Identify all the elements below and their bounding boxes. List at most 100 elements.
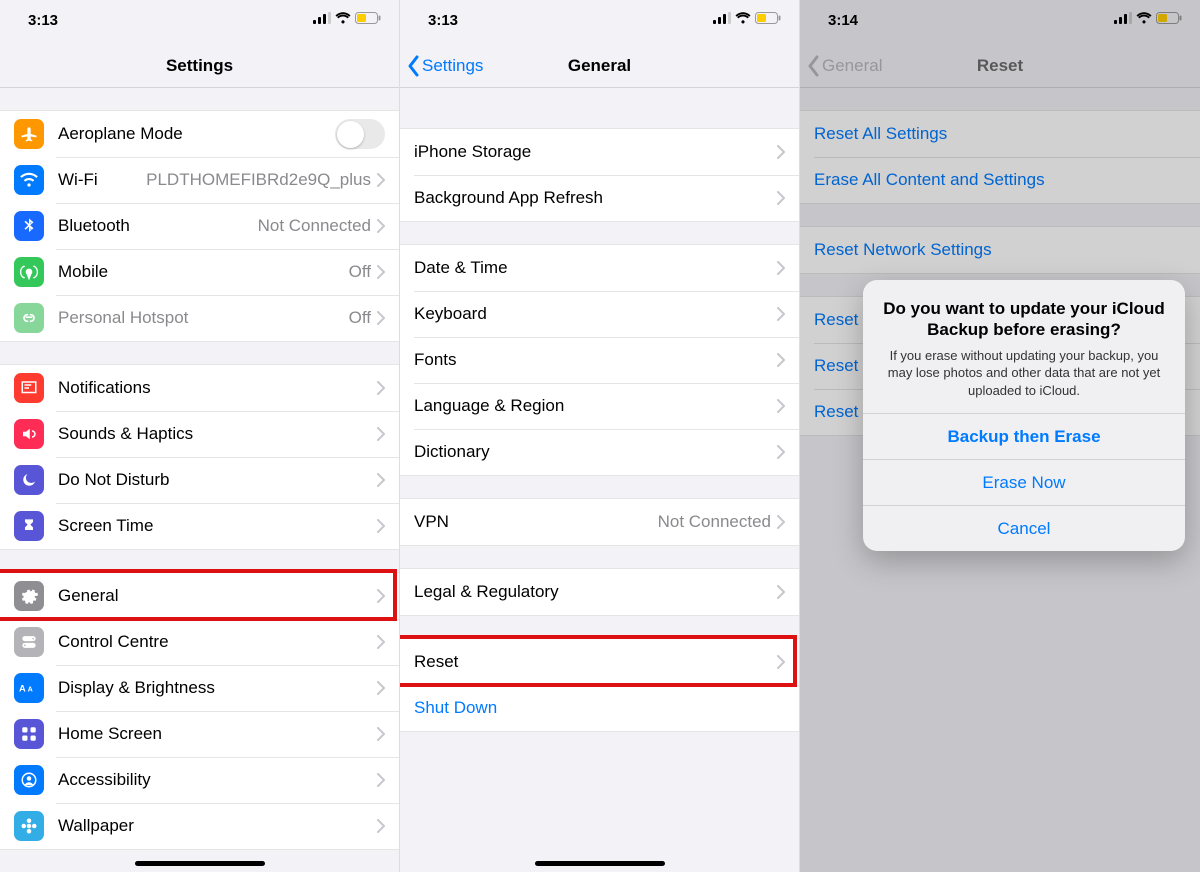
alert-button-erasenow[interactable]: Erase Now xyxy=(863,459,1185,505)
row-homescreen[interactable]: Home Screen xyxy=(0,711,399,757)
row-label: Mobile xyxy=(58,262,108,282)
chevron-right-icon xyxy=(777,399,785,413)
chevron-right-icon xyxy=(777,445,785,459)
row-datetime[interactable]: Date & Time xyxy=(400,245,799,291)
row-display[interactable]: AADisplay & Brightness xyxy=(0,665,399,711)
chevron-right-icon xyxy=(377,589,385,603)
grid-icon xyxy=(14,719,44,749)
row-keyboard[interactable]: Keyboard xyxy=(400,291,799,337)
chevron-right-icon xyxy=(777,515,785,529)
row-aeroplane[interactable]: Aeroplane Mode xyxy=(0,111,399,157)
chevron-right-icon xyxy=(777,655,785,669)
row-label: iPhone Storage xyxy=(414,142,531,162)
row-label: Keyboard xyxy=(414,304,487,324)
nav-bar: Settings xyxy=(0,44,399,88)
signal-icon xyxy=(713,12,731,24)
chevron-right-icon xyxy=(377,681,385,695)
row-label: Accessibility xyxy=(58,770,151,790)
row-label: VPN xyxy=(414,512,449,532)
chevron-right-icon xyxy=(377,173,385,187)
row-value: Not Connected xyxy=(258,216,371,236)
alert-title: Do you want to update your iCloud Backup… xyxy=(881,298,1167,341)
wifi-icon xyxy=(335,12,351,24)
row-notifications[interactable]: Notifications xyxy=(0,365,399,411)
row-label: Sounds & Haptics xyxy=(58,424,193,444)
row-mobile[interactable]: Mobile Off xyxy=(0,249,399,295)
row-fonts[interactable]: Fonts xyxy=(400,337,799,383)
row-label: Date & Time xyxy=(414,258,508,278)
row-storage[interactable]: iPhone Storage xyxy=(400,129,799,175)
row-label: Do Not Disturb xyxy=(58,470,169,490)
wifi-icon xyxy=(14,165,44,195)
alert-button-backup[interactable]: Backup then Erase xyxy=(863,413,1185,459)
back-button[interactable]: Settings xyxy=(406,44,483,88)
section: General Control CentreAADisplay & Brightn… xyxy=(0,572,399,850)
row-label: Reset xyxy=(414,652,458,672)
row-wifi[interactable]: Wi-FiPLDTHOMEFIBRd2e9Q_plus xyxy=(0,157,399,203)
aa-icon: AA xyxy=(14,673,44,703)
signal-icon xyxy=(313,12,331,24)
row-label: General xyxy=(58,586,118,606)
status-time: 3:13 xyxy=(428,12,458,29)
row-label: Background App Refresh xyxy=(414,188,603,208)
row-value: Not Connected xyxy=(658,512,771,532)
chevron-right-icon xyxy=(377,381,385,395)
section: Date & Time Keyboard Fonts Language & Regio… xyxy=(400,244,799,476)
row-label: Dictionary xyxy=(414,442,490,462)
row-legal[interactable]: Legal & Regulatory xyxy=(400,569,799,615)
row-label: Legal & Regulatory xyxy=(414,582,559,602)
section: iPhone Storage Background App Refresh xyxy=(400,128,799,222)
row-value: Off xyxy=(349,262,371,282)
status-indicators xyxy=(713,12,781,24)
home-indicator[interactable] xyxy=(535,861,665,866)
row-reset[interactable]: Reset xyxy=(400,639,799,685)
antenna-icon xyxy=(14,257,44,287)
row-controlcentre[interactable]: Control Centre xyxy=(0,619,399,665)
chevron-right-icon xyxy=(377,265,385,279)
chevron-right-icon xyxy=(777,585,785,599)
wifi-icon xyxy=(735,12,751,24)
section: Aeroplane ModeWi-FiPLDTHOMEFIBRd2e9Q_plu… xyxy=(0,110,399,342)
row-vpn[interactable]: VPN Not Connected xyxy=(400,499,799,545)
status-bar: 3:13 xyxy=(400,0,799,44)
row-label: Screen Time xyxy=(58,516,153,536)
toggle[interactable] xyxy=(335,119,385,149)
alert-button-cancel[interactable]: Cancel xyxy=(863,505,1185,551)
alert-sheet: Do you want to update your iCloud Backup… xyxy=(863,280,1185,551)
row-value: PLDTHOMEFIBRd2e9Q_plus xyxy=(146,170,371,190)
row-general[interactable]: General xyxy=(0,573,399,619)
hourglass-icon xyxy=(14,511,44,541)
chevron-right-icon xyxy=(377,427,385,441)
row-label: Wallpaper xyxy=(58,816,134,836)
row-language[interactable]: Language & Region xyxy=(400,383,799,429)
nav-bar: Settings General xyxy=(400,44,799,88)
row-accessibility[interactable]: Accessibility xyxy=(0,757,399,803)
row-hotspot[interactable]: Personal Hotspot Off xyxy=(0,295,399,341)
section: Reset Shut Down xyxy=(400,638,799,732)
row-label: Home Screen xyxy=(58,724,162,744)
svg-text:A: A xyxy=(19,684,26,694)
settings-screen: 3:13 Settings Aeroplane ModeWi-FiPLDTHOM… xyxy=(0,0,400,872)
page-title: General xyxy=(568,56,631,76)
status-bar: 3:13 xyxy=(0,0,399,44)
status-indicators xyxy=(313,12,381,24)
row-bgrefresh[interactable]: Background App Refresh xyxy=(400,175,799,221)
row-wallpaper[interactable]: Wallpaper xyxy=(0,803,399,849)
row-label: Personal Hotspot xyxy=(58,308,188,328)
airplane-icon xyxy=(14,119,44,149)
row-value: Off xyxy=(349,308,371,328)
section: VPN Not Connected xyxy=(400,498,799,546)
row-dnd[interactable]: Do Not Disturb xyxy=(0,457,399,503)
row-screentime[interactable]: Screen Time xyxy=(0,503,399,549)
row-shutdown[interactable]: Shut Down xyxy=(400,685,799,731)
chevron-right-icon xyxy=(377,311,385,325)
chevron-right-icon xyxy=(377,635,385,649)
bluetooth-icon xyxy=(14,211,44,241)
row-bluetooth[interactable]: BluetoothNot Connected xyxy=(0,203,399,249)
row-dictionary[interactable]: Dictionary xyxy=(400,429,799,475)
row-label: Fonts xyxy=(414,350,457,370)
switches-icon xyxy=(14,627,44,657)
chevron-right-icon xyxy=(377,727,385,741)
home-indicator[interactable] xyxy=(135,861,265,866)
row-sounds[interactable]: Sounds & Haptics xyxy=(0,411,399,457)
